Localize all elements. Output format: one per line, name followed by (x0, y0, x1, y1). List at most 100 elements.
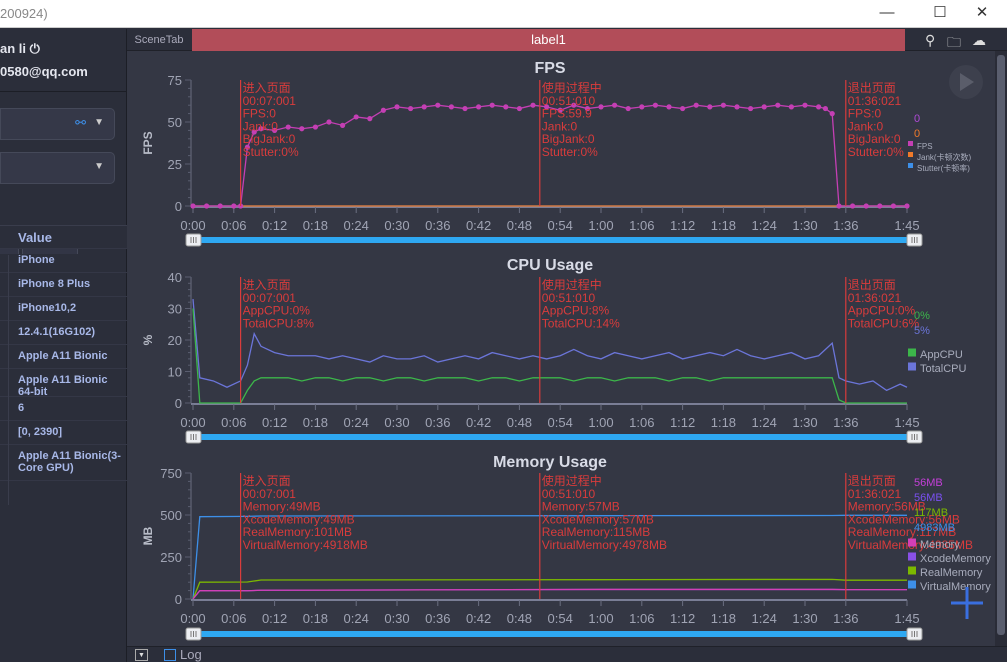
time-range-slider-track[interactable] (190, 237, 917, 243)
data-point (877, 203, 883, 209)
data-point (904, 203, 910, 209)
current-value: 56MB (914, 492, 943, 504)
legend-label: RealMemory (920, 567, 983, 579)
x-tick-label: 1:30 (792, 611, 817, 626)
data-point (816, 104, 822, 110)
x-tick-label: 0:12 (262, 415, 287, 430)
x-tick-label: 0:54 (548, 611, 573, 626)
data-point (863, 203, 869, 209)
x-tick-label: 0:24 (344, 218, 369, 233)
data-point (231, 203, 237, 209)
x-tick-label: 0:30 (384, 611, 409, 626)
x-tick-label: 1:30 (792, 415, 817, 430)
legend-label: Jank(卡顿次数) (917, 152, 972, 162)
time-range-slider-track[interactable] (190, 631, 917, 637)
annotation-text: 使用过程中 (542, 277, 602, 292)
data-point (625, 105, 631, 112)
y-tick-label: 50 (168, 115, 182, 130)
chart-title: Memory Usage (493, 454, 607, 471)
data-point (516, 105, 523, 112)
annotation-text: TotalCPU:6% (848, 316, 920, 330)
y-tick-label: 20 (168, 333, 182, 348)
x-tick-label: 1:00 (588, 611, 613, 626)
data-point (822, 105, 829, 112)
annotation-text: Stutter:0% (243, 145, 299, 159)
x-tick-label: 1:18 (711, 415, 736, 430)
x-tick-label: 0:12 (262, 218, 287, 233)
data-point (380, 107, 386, 113)
x-tick-label: 0:00 (180, 611, 205, 626)
chart-title: FPS (534, 60, 565, 77)
x-tick-label: 0:06 (221, 218, 246, 233)
x-tick-label: 1:36 (833, 415, 858, 430)
x-tick-label: 0:00 (180, 218, 205, 233)
data-point (299, 126, 305, 132)
x-tick-label: 1:36 (833, 611, 858, 626)
x-tick-label: 0:42 (466, 218, 491, 233)
x-tick-label: 0:36 (425, 415, 450, 430)
legend-swatch (908, 552, 916, 561)
current-value: 0% (914, 310, 930, 322)
data-point (680, 105, 686, 112)
current-value: 56MB (914, 477, 943, 489)
data-point (775, 102, 781, 108)
x-tick-label: 0:54 (548, 415, 573, 430)
data-point (408, 105, 414, 112)
legend-swatch (908, 362, 916, 371)
x-tick-label: 0:24 (344, 611, 369, 626)
annotation-text: TotalCPU:8% (243, 316, 315, 330)
x-tick-label: 1:36 (833, 218, 858, 233)
y-axis-label: MB (141, 526, 155, 545)
data-point (190, 203, 196, 209)
data-point (652, 102, 659, 108)
x-tick-label: 0:12 (262, 611, 287, 626)
x-tick-label: 0:36 (425, 611, 450, 626)
legend-swatch (908, 566, 916, 575)
data-point (788, 104, 795, 110)
current-value: 4983MB (914, 522, 955, 534)
data-point (353, 114, 359, 120)
x-tick-label: 1:12 (670, 218, 695, 233)
annotation-text: Stutter:0% (848, 145, 904, 159)
annotation-text: TotalCPU:14% (542, 316, 620, 330)
x-tick-label: 1:30 (792, 218, 817, 233)
data-point (836, 203, 842, 209)
x-tick-label: 1:18 (711, 218, 736, 233)
x-tick-label: 0:18 (303, 611, 328, 626)
data-point (612, 102, 618, 108)
data-point (204, 203, 210, 209)
x-tick-label: 1:06 (629, 218, 654, 233)
legend-swatch (908, 141, 913, 146)
data-point (707, 104, 713, 110)
data-point (850, 203, 856, 209)
legend-label: FPS (917, 142, 933, 151)
x-tick-label: 1:45 (894, 415, 919, 430)
current-value: 117MB (914, 507, 948, 519)
y-tick-label: 75 (168, 73, 182, 88)
x-tick-label: 0:42 (466, 611, 491, 626)
annotation-text: VirtualMemory:4978MB (542, 538, 667, 552)
x-tick-label: 0:48 (507, 218, 532, 233)
x-tick-label: 1:00 (588, 218, 613, 233)
x-tick-label: 0:30 (384, 415, 409, 430)
current-value: 0 (914, 128, 920, 140)
data-point (326, 119, 332, 125)
y-tick-label: 0 (175, 396, 182, 411)
legend-swatch (908, 163, 913, 168)
x-tick-label: 0:30 (384, 218, 409, 233)
current-value: 0 (914, 113, 920, 125)
data-point (503, 104, 509, 110)
legend-swatch (908, 152, 913, 157)
legend-label: TotalCPU (920, 363, 967, 375)
x-tick-label: 1:24 (752, 611, 777, 626)
data-point (530, 102, 536, 108)
data-point (890, 203, 897, 209)
data-point (340, 122, 346, 128)
data-point (693, 102, 699, 108)
legend-label: Stutter(卡顿率) (917, 163, 970, 173)
time-range-slider-track[interactable] (190, 434, 917, 440)
data-point (761, 104, 767, 110)
data-point (421, 104, 427, 110)
legend-label: AppCPU (920, 349, 963, 361)
x-tick-label: 1:24 (752, 415, 777, 430)
